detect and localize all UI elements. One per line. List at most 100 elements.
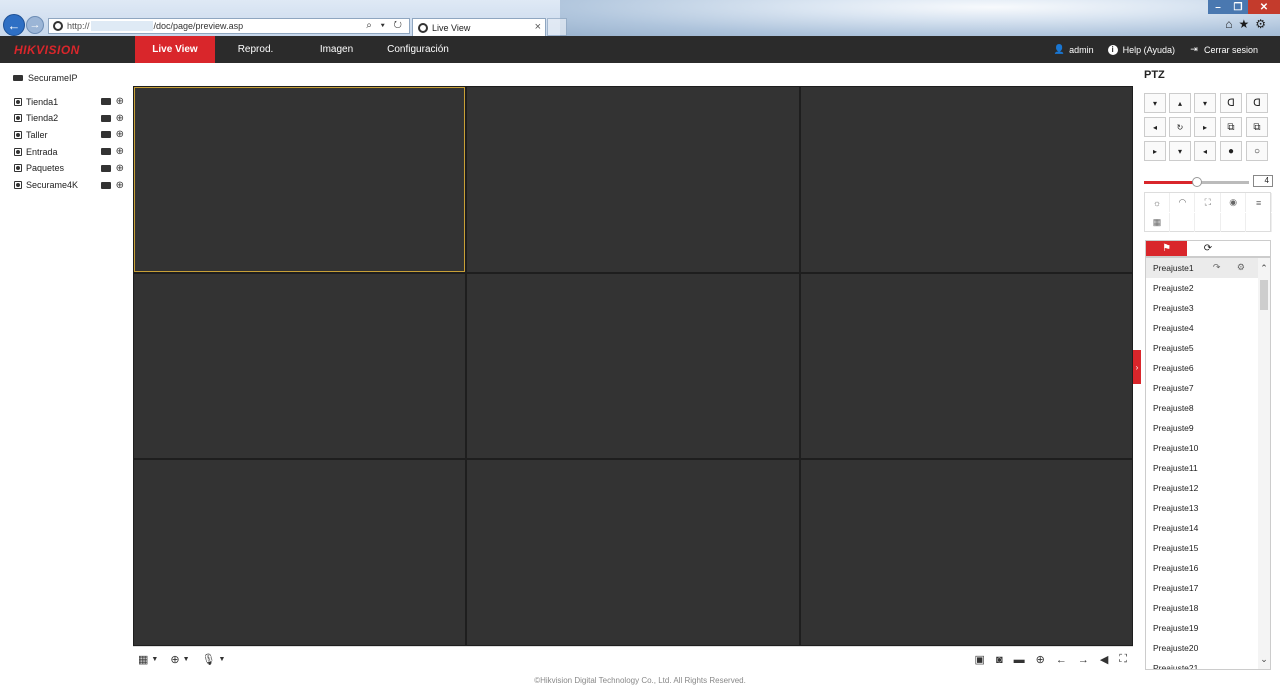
scroll-thumb[interactable] bbox=[1260, 280, 1268, 310]
browser-tab[interactable]: Live View × bbox=[412, 18, 546, 36]
ptz-down-button[interactable]: ▾ bbox=[1169, 141, 1191, 161]
address-bar[interactable]: http:// /doc/page/preview.asp ⌕ ▾ ↻ bbox=[48, 18, 410, 34]
lens-init-icon[interactable]: ◉ bbox=[1221, 193, 1247, 212]
preset-item[interactable]: Preajuste18 bbox=[1146, 598, 1270, 618]
tab-patterns[interactable] bbox=[1229, 241, 1270, 256]
layout-button[interactable]: ▦ ▼ bbox=[138, 653, 158, 666]
preset-item[interactable]: Preajuste14 bbox=[1146, 518, 1270, 538]
menu-image[interactable]: Imagen bbox=[296, 36, 377, 63]
preset-scrollbar[interactable]: ⌃ ⌄ bbox=[1258, 258, 1270, 669]
ptz-down-left-button[interactable]: ▸ bbox=[1144, 141, 1166, 161]
ptz-control-icon[interactable]: ⊕ bbox=[116, 180, 124, 191]
capture-button[interactable]: ◙ bbox=[996, 653, 1003, 666]
record-status-icon[interactable] bbox=[100, 98, 111, 105]
ptz-down-right-button[interactable]: ◂ bbox=[1194, 141, 1216, 161]
menu-configuration[interactable]: Configuración bbox=[377, 36, 459, 63]
video-window[interactable] bbox=[800, 460, 1132, 645]
logout-link[interactable]: ⇥ Cerrar sesion bbox=[1189, 44, 1258, 55]
camera-item[interactable]: Taller ⊕ bbox=[14, 129, 124, 140]
preset-item[interactable]: Preajuste21 bbox=[1146, 658, 1270, 669]
iris-close-button[interactable]: ○ bbox=[1246, 141, 1268, 161]
iris-open-button[interactable]: ● bbox=[1220, 141, 1242, 161]
ptz-stream-button[interactable]: ⊕ ▼ bbox=[170, 653, 189, 666]
device-root[interactable]: SecurameIP bbox=[13, 73, 78, 83]
speed-knob[interactable] bbox=[1191, 177, 1202, 187]
scroll-down-icon[interactable]: ⌄ bbox=[1258, 653, 1270, 665]
preset-item[interactable]: Preajuste5 bbox=[1146, 338, 1270, 358]
manual-tracking-icon[interactable]: ▦ bbox=[1145, 213, 1170, 232]
preset-item[interactable]: Preajuste7 bbox=[1146, 378, 1270, 398]
preset-item[interactable]: Preajuste3 bbox=[1146, 298, 1270, 318]
preset-item[interactable]: Preajuste4 bbox=[1146, 318, 1270, 338]
camera-item[interactable]: Tienda1 ⊕ bbox=[14, 96, 124, 107]
zoom-out-button[interactable]: ᗡ bbox=[1246, 93, 1268, 113]
preset-item[interactable]: Preajuste6 bbox=[1146, 358, 1270, 378]
menu-icon[interactable]: ≡ bbox=[1247, 193, 1272, 212]
user-menu[interactable]: 👤 admin bbox=[1053, 44, 1093, 55]
video-window[interactable] bbox=[134, 460, 466, 645]
favorites-icon[interactable]: ★ bbox=[1238, 17, 1255, 31]
volume-button[interactable]: ◀ bbox=[1100, 653, 1108, 666]
camera-item[interactable]: Tienda2 ⊕ bbox=[14, 113, 124, 124]
auxiliary-focus-icon[interactable]: ⛶ bbox=[1196, 193, 1221, 212]
preset-item[interactable]: Preajuste8 bbox=[1146, 398, 1270, 418]
speed-value[interactable]: 4 bbox=[1253, 175, 1273, 187]
preset-item[interactable]: Preajuste19 bbox=[1146, 618, 1270, 638]
record-status-icon[interactable] bbox=[100, 181, 111, 189]
record-status-icon[interactable] bbox=[100, 164, 111, 172]
preset-item[interactable]: Preajuste12 bbox=[1146, 478, 1270, 498]
ptz-left-button[interactable]: ◂ bbox=[1144, 117, 1166, 137]
close-window-button[interactable]: ✕ bbox=[1248, 0, 1280, 14]
video-window[interactable] bbox=[134, 273, 466, 459]
address-tools-icon[interactable]: ⌕ ▾ ↻ bbox=[366, 20, 405, 31]
maximize-button[interactable]: ❐ bbox=[1228, 0, 1248, 14]
video-window[interactable] bbox=[467, 273, 799, 459]
light-icon[interactable]: ☼ bbox=[1145, 193, 1170, 212]
home-icon[interactable]: ⌂ bbox=[1225, 17, 1238, 31]
menu-playback[interactable]: Reprod. bbox=[215, 36, 296, 63]
preset-item[interactable]: Preajuste15 bbox=[1146, 538, 1270, 558]
zoom-in-button[interactable]: ᗡ bbox=[1220, 93, 1242, 113]
focus-near-button[interactable]: ⧉ bbox=[1220, 117, 1242, 137]
video-window[interactable] bbox=[467, 87, 799, 272]
record-status-icon[interactable] bbox=[100, 148, 111, 156]
camera-item[interactable]: Entrada ⊕ bbox=[14, 146, 124, 157]
settings-icon[interactable]: ⚙ bbox=[1255, 17, 1272, 31]
preset-item[interactable]: Preajuste13 bbox=[1146, 498, 1270, 518]
preset-item[interactable]: Preajuste17 bbox=[1146, 578, 1270, 598]
ptz-speed-slider[interactable]: 4 bbox=[1144, 175, 1273, 188]
preset-call-and-settings-icon[interactable]: ↷ ⚙ bbox=[1213, 262, 1252, 273]
preset-item[interactable]: Preajuste9 bbox=[1146, 418, 1270, 438]
video-window[interactable] bbox=[134, 87, 466, 272]
wiper-icon[interactable]: ◠ bbox=[1170, 193, 1196, 212]
ptz-auto-button[interactable]: ↻ bbox=[1169, 117, 1191, 137]
preset-item[interactable]: Preajuste20 bbox=[1146, 638, 1270, 658]
start-all-button[interactable]: ▣ bbox=[975, 653, 985, 666]
fullscreen-button[interactable]: ⛶ bbox=[1119, 653, 1127, 666]
preset-item[interactable]: Preajuste1 ↷ ⚙ bbox=[1146, 258, 1270, 278]
ptz-up-right-button[interactable]: ▾ bbox=[1194, 93, 1216, 113]
scroll-up-icon[interactable]: ⌃ bbox=[1258, 262, 1270, 274]
camera-item[interactable]: Paquetes ⊕ bbox=[14, 163, 124, 174]
video-window[interactable] bbox=[467, 460, 799, 645]
ptz-up-left-button[interactable]: ▾ bbox=[1144, 93, 1166, 113]
forward-button[interactable]: → bbox=[26, 16, 44, 34]
ptz-control-icon[interactable]: ⊕ bbox=[116, 129, 124, 140]
preset-item[interactable]: Preajuste11 bbox=[1146, 458, 1270, 478]
preset-item[interactable]: Preajuste10 bbox=[1146, 438, 1270, 458]
help-link[interactable]: i Help (Ayuda) bbox=[1107, 44, 1175, 55]
camera-item[interactable]: Securame4K ⊕ bbox=[14, 180, 124, 191]
ptz-up-button[interactable]: ▴ bbox=[1169, 93, 1191, 113]
zoom-button[interactable]: ⊕ bbox=[1036, 653, 1045, 666]
new-tab-button[interactable] bbox=[547, 18, 567, 36]
ptz-control-icon[interactable]: ⊕ bbox=[116, 146, 124, 157]
back-button[interactable]: ← bbox=[3, 14, 25, 36]
minimize-button[interactable]: – bbox=[1208, 0, 1228, 14]
collapse-ptz-handle[interactable]: › bbox=[1133, 350, 1141, 384]
tab-presets[interactable]: ⚑ bbox=[1146, 241, 1188, 256]
tab-patrols[interactable]: ⟳ bbox=[1187, 241, 1228, 256]
record-status-icon[interactable] bbox=[100, 131, 111, 139]
microphone-button[interactable]: 🎙 ▼ bbox=[202, 653, 226, 666]
preset-item[interactable]: Preajuste2 bbox=[1146, 278, 1270, 298]
ptz-control-icon[interactable]: ⊕ bbox=[116, 113, 124, 124]
